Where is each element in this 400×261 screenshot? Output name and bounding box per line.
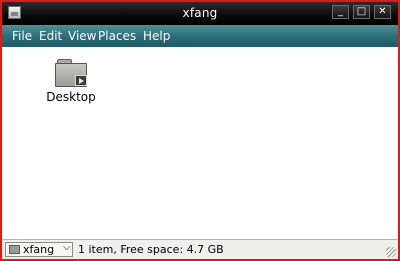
menu-places[interactable]: Places: [98, 29, 136, 43]
file-view[interactable]: Desktop: [2, 47, 398, 239]
menu-view[interactable]: View: [68, 29, 96, 43]
minimize-button[interactable]: _: [332, 5, 349, 19]
title-bar[interactable]: xfang _ □ ✕: [2, 2, 398, 25]
resize-grip[interactable]: [386, 247, 396, 257]
status-text: 1 item, Free space: 4.7 GB: [78, 243, 224, 256]
home-folder-icon: [9, 245, 20, 254]
path-label: xfang: [23, 243, 55, 256]
menu-bar: File Edit View Places Help: [2, 25, 398, 47]
maximize-button[interactable]: □: [353, 5, 370, 19]
menu-help[interactable]: Help: [143, 29, 170, 43]
folder-icon: [55, 59, 87, 87]
desktop-emblem-icon: [75, 75, 87, 86]
file-item-label: Desktop: [46, 90, 96, 104]
status-bar: xfang ⌵ 1 item, Free space: 4.7 GB: [2, 239, 398, 259]
menu-file[interactable]: File: [12, 29, 32, 43]
chevron-down-icon[interactable]: ⌵: [63, 242, 71, 253]
menu-edit[interactable]: Edit: [39, 29, 62, 43]
close-button[interactable]: ✕: [374, 5, 391, 19]
file-item-desktop[interactable]: Desktop: [46, 55, 96, 111]
path-selector[interactable]: xfang ⌵: [5, 242, 73, 257]
file-manager-window: xfang _ □ ✕ File Edit View Places Help D…: [0, 0, 400, 261]
